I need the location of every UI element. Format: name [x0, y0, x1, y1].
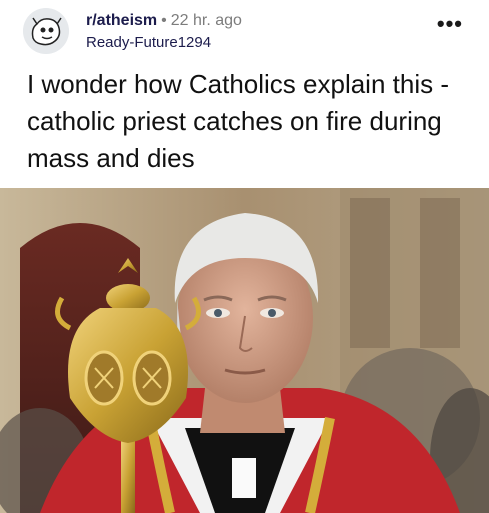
post-header: r/atheism • 22 hr. ago Ready-Future1294 ••…	[0, 0, 489, 62]
meta-separator: •	[161, 12, 167, 29]
author-link[interactable]: Ready-Future1294	[86, 34, 242, 51]
post-title[interactable]: I wonder how Catholics explain this - ca…	[27, 66, 477, 177]
subreddit-link[interactable]: r/atheism	[86, 12, 157, 29]
post-time: 22 hr. ago	[170, 12, 242, 29]
more-options-icon[interactable]: •••	[437, 13, 463, 35]
priest-photo	[0, 188, 489, 513]
post-image[interactable]	[0, 188, 489, 513]
subreddit-avatar[interactable]	[23, 8, 69, 54]
post-meta: r/atheism • 22 hr. ago Ready-Future1294	[86, 11, 242, 51]
post-meta-line: r/atheism • 22 hr. ago	[86, 11, 242, 31]
subreddit-logo-icon	[23, 8, 69, 54]
